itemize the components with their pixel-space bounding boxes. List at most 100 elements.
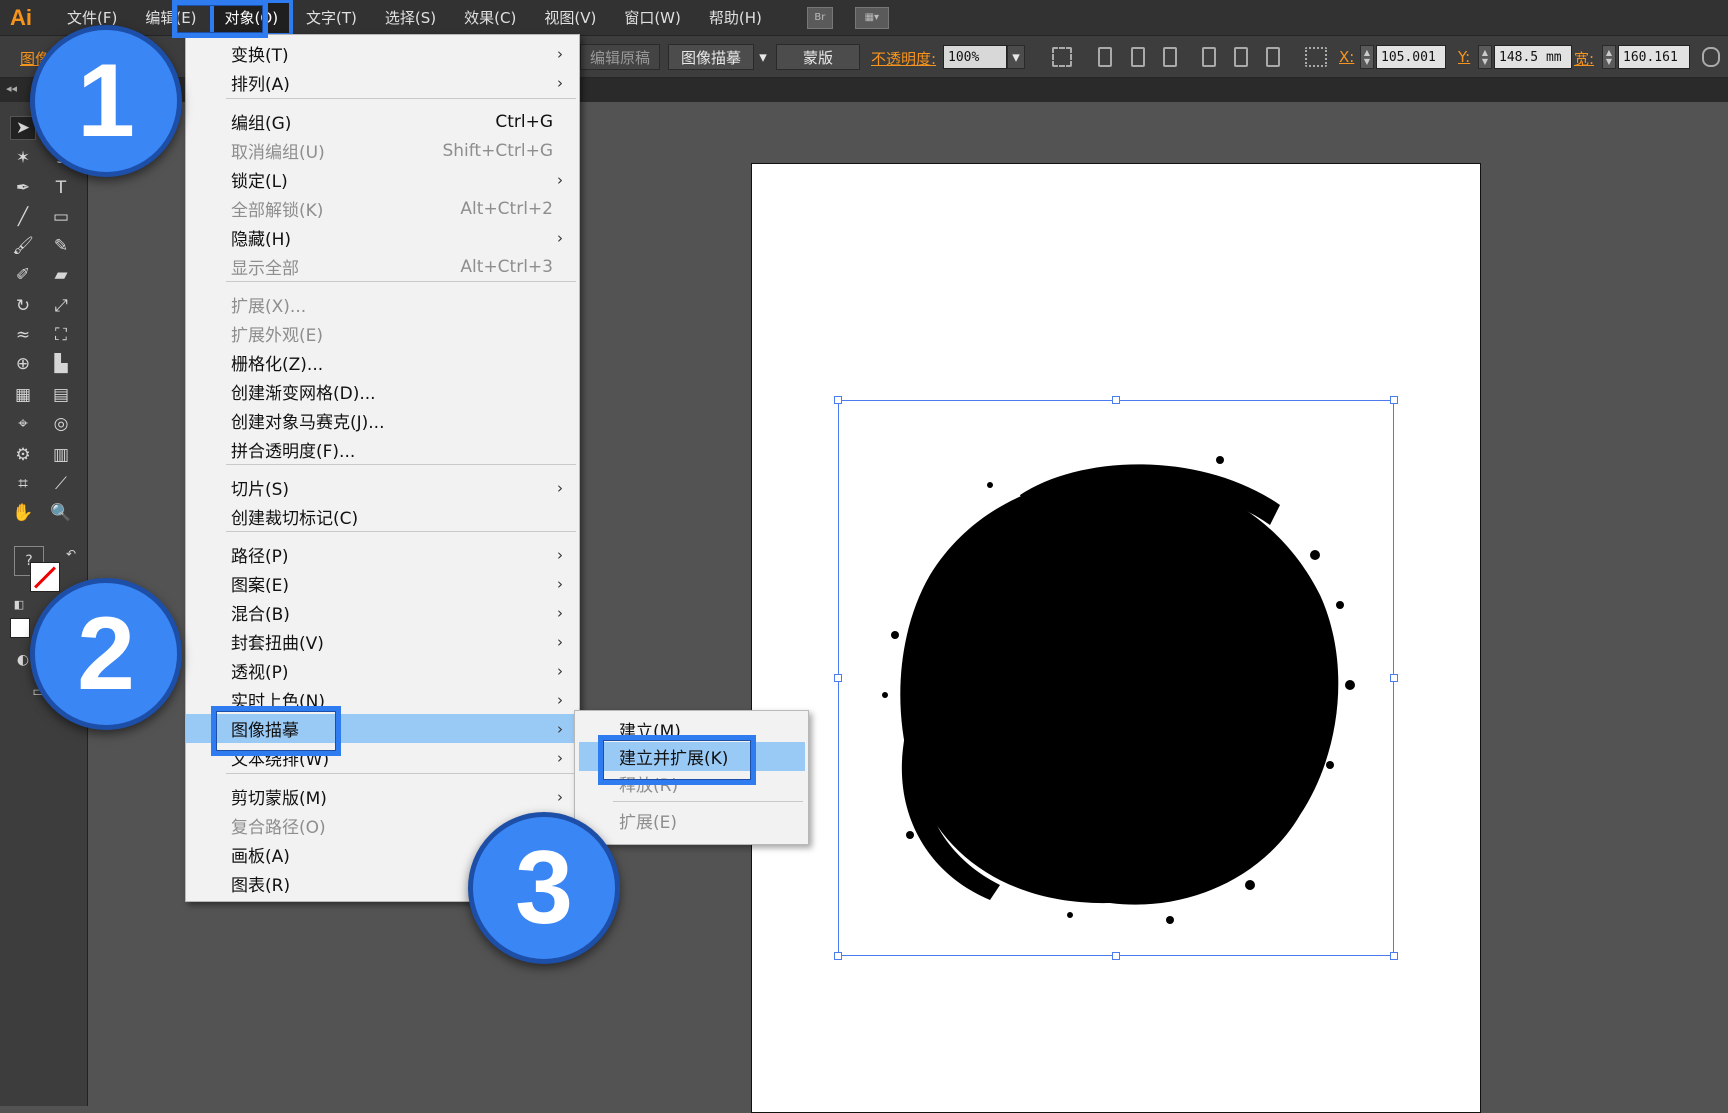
width-spinner[interactable]: ▲ ▼ [1602,45,1616,69]
align-vertical-center-icon[interactable] [1234,47,1248,67]
symbol-sprayer-tool-icon[interactable]: ⚙ [10,443,36,467]
object-menu-item[interactable]: 剪切蒙版(M) › [186,782,579,811]
object-menu-item[interactable]: 图案(E) › [186,569,579,598]
submenu-arrow-icon: › [557,719,563,738]
handle-bottom-right[interactable] [1390,952,1398,960]
x-input[interactable]: 105.001 [1376,45,1446,69]
opacity-input[interactable]: 100% [943,45,1007,69]
color-mode-icon[interactable] [10,618,30,638]
object-menu-item[interactable]: 文本绕排(W) › [186,743,579,772]
object-menu-item[interactable]: 封套扭曲(V) › [186,627,579,656]
y-spinner[interactable]: ▲ ▼ [1478,45,1492,69]
y-input[interactable]: 148.5 mm [1494,45,1572,69]
menu-edit[interactable]: 编辑(E) [134,3,207,33]
x-spinner[interactable]: ▲ ▼ [1360,45,1374,69]
object-menu-item[interactable]: 栅格化(Z)... [186,348,579,377]
image-trace-submenu-item[interactable]: 建立并扩展(K) [579,742,805,771]
object-menu-item[interactable]: 变换(T) › [186,39,579,68]
paintbrush-tool-icon[interactable]: 🖌 [10,234,36,258]
handle-bottom-left[interactable] [834,952,842,960]
stroke-none-swatch[interactable] [30,562,60,592]
graph-tool-icon[interactable]: ▥ [48,443,74,467]
free-transform-tool-icon[interactable]: ⛶ [48,323,74,347]
eyedropper-tool-icon[interactable]: ⌖ [10,412,36,436]
menu-item-label: 栅格化(Z)... [231,355,324,375]
menu-type[interactable]: 文字(T) [295,3,368,33]
object-menu-item[interactable]: 创建裁切标记(C) [186,502,579,531]
object-menu-item[interactable]: 创建对象马赛克(J)... [186,406,579,435]
menu-select[interactable]: 选择(S) [374,3,447,33]
object-menu-item[interactable]: 透视(P) › [186,656,579,685]
align-left-icon[interactable] [1098,47,1112,67]
align-right-icon[interactable] [1163,47,1177,67]
type-tool-icon[interactable]: T [48,176,74,200]
pencil-tool-icon[interactable]: ✎ [48,234,74,258]
hand-tool-icon[interactable]: ✋ [10,501,36,525]
mesh-tool-icon[interactable]: ▦ [10,383,36,407]
handle-middle-left[interactable] [834,674,842,682]
blob-brush-tool-icon[interactable]: ✐ [10,263,36,287]
align-to-selection-icon[interactable] [1052,47,1072,67]
menu-item-label: 全部解锁(K) [231,201,324,221]
pen-tool-icon[interactable]: ✒ [10,176,36,200]
image-trace-preset-dropdown[interactable]: ▾ [756,44,770,70]
image-trace-button[interactable]: 图像描摹 [668,44,754,70]
align-top-icon[interactable] [1202,47,1216,67]
rectangle-tool-icon[interactable]: ▭ [48,205,74,229]
scale-tool-icon[interactable]: ⤢ [48,294,74,318]
line-tool-icon[interactable]: ╱ [10,205,36,229]
blend-tool-icon[interactable]: ◎ [48,412,74,436]
swap-fill-stroke-icon[interactable]: ↶ [58,542,84,566]
handle-top-left[interactable] [834,396,842,404]
handle-middle-right[interactable] [1390,674,1398,682]
slice-tool-icon[interactable]: ⟋ [48,472,74,496]
image-trace-submenu-item[interactable]: 建立(M) [575,715,808,744]
image-trace-submenu: 建立(M) 建立并扩展(K) 释放(R) 扩展(E) [574,710,809,845]
reference-point-icon[interactable] [1305,47,1327,67]
collapse-panels-icon[interactable]: ◂◂ [6,82,17,95]
zoom-tool-icon[interactable]: 🔍 [48,501,74,525]
handle-top-center[interactable] [1112,396,1120,404]
object-menu-item[interactable]: 编组(G) Ctrl+G [186,107,579,136]
object-menu-item[interactable]: 创建渐变网格(D)... [186,377,579,406]
object-menu-item[interactable]: 路径(P) › [186,540,579,569]
opacity-dropdown[interactable]: ▾ [1007,45,1025,69]
menu-item-label: 隐藏(H) [231,230,292,250]
shape-builder-tool-icon[interactable]: ⊕ [10,352,36,376]
object-menu-item[interactable]: 实时上色(N) › [186,685,579,714]
default-fill-stroke-icon[interactable]: ◧ [6,592,32,616]
edit-original-button[interactable]: 编辑原稿 [580,44,660,70]
eraser-tool-icon[interactable]: ▰ [48,263,74,287]
menu-help[interactable]: 帮助(H) [698,3,773,33]
rotate-tool-icon[interactable]: ↻ [10,294,36,318]
workspace-layout-icon[interactable]: ▦▾ [854,6,889,29]
bridge-icon[interactable]: Br [806,6,833,29]
menu-effect[interactable]: 效果(C) [453,3,527,33]
width-input[interactable]: 160.161 [1618,45,1690,69]
align-bottom-icon[interactable] [1266,47,1280,67]
align-horizontal-center-icon[interactable] [1131,47,1145,67]
handle-bottom-center[interactable] [1112,952,1120,960]
perspective-grid-tool-icon[interactable]: ▙ [48,352,74,376]
object-menu-item[interactable]: 排列(A) › [186,68,579,97]
artboard-tool-icon[interactable]: ⌗ [10,472,36,496]
object-menu-item[interactable]: 切片(S) › [186,473,579,502]
warp-tool-icon[interactable]: ≈ [10,323,36,347]
menu-window[interactable]: 窗口(W) [613,3,692,33]
object-menu-item[interactable]: 隐藏(H) › [186,223,579,252]
menu-object[interactable]: 对象(O) [209,0,294,37]
object-menu-item[interactable]: 图像描摹 › [186,714,579,743]
magic-wand-tool-icon[interactable]: ✶ [10,146,36,170]
menu-item-label: 取消编组(U) [231,143,325,163]
menu-view[interactable]: 视图(V) [533,3,607,33]
constrain-proportions-icon[interactable] [1702,47,1720,67]
selection-bounding-box[interactable] [834,396,1398,960]
gradient-tool-icon[interactable]: ▤ [48,383,74,407]
menu-item-label: 显示全部 [231,259,299,279]
opacity-label[interactable]: 不透明度: [871,48,936,69]
mask-button[interactable]: 蒙版 [776,44,860,70]
object-menu-item[interactable]: 锁定(L) › [186,165,579,194]
object-menu-item[interactable]: 混合(B) › [186,598,579,627]
object-menu-item[interactable]: 拼合透明度(F)... [186,435,579,464]
handle-top-right[interactable] [1390,396,1398,404]
